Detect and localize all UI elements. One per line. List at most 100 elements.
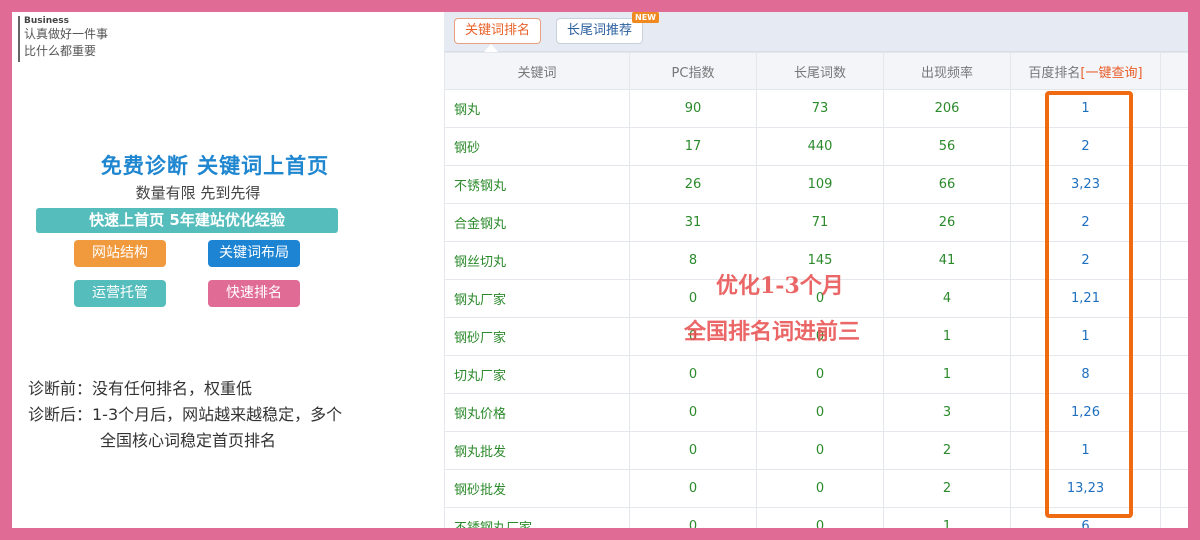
keyword-ranking-panel: 关键词排名 长尾词推荐 NEW 关键词 PC指数 长尾词数 出现频率 百度排名[…: [444, 12, 1188, 528]
frequency-cell: 66: [883, 165, 1011, 204]
baidu-rank-cell: 2: [1010, 127, 1161, 166]
keyword-cell: 切丸厂家: [444, 355, 630, 394]
keyword-table-body: 钢丸 90 73 206 1 钢砂 17 440 56 2 不锈钢丸 26 109 66 3,23 合金钢丸 3…: [444, 89, 1188, 528]
extra-cell: [1160, 507, 1188, 528]
extra-cell: [1160, 89, 1188, 128]
content-frame: Business 认真做好一件事 比什么都重要 免费诊断 关键词上首页 数量有限…: [12, 12, 1188, 528]
keyword-cell: 钢砂批发: [444, 469, 630, 508]
site-structure-button[interactable]: 网站结构: [74, 240, 166, 267]
keyword-cell: 合金钢丸: [444, 203, 630, 242]
promo-title: 免费诊断 关键词上首页: [100, 154, 330, 178]
frequency-cell: 1: [883, 355, 1011, 394]
baidu-rank-cell: 1,21: [1010, 279, 1161, 318]
active-tab-caret-icon: [484, 44, 498, 52]
keyword-cell: 钢丸价格: [444, 393, 630, 432]
brand-slogan-line2: 比什么都重要: [24, 44, 97, 58]
pc-index-cell: 0: [629, 431, 757, 470]
frequency-cell: 206: [883, 89, 1011, 128]
longtail-count-cell: 0: [756, 393, 884, 432]
longtail-count-cell: 0: [756, 431, 884, 470]
table-row: 不锈钢丸厂家0016: [444, 507, 1188, 528]
baidu-rank-cell: 3,23: [1010, 165, 1161, 204]
col-header-longtail-count: 长尾词数: [756, 52, 884, 90]
fast-ranking-button[interactable]: 快速排名: [208, 280, 300, 307]
extra-cell: [1160, 431, 1188, 470]
pc-index-cell: 0: [629, 469, 757, 508]
frequency-cell: 1: [883, 317, 1011, 356]
frequency-cell: 26: [883, 203, 1011, 242]
table-header-row: 关键词 PC指数 长尾词数 出现频率 百度排名[一键查询]: [444, 52, 1188, 90]
brand-english: Business: [24, 16, 69, 26]
extra-cell: [1160, 165, 1188, 204]
extra-cell: [1160, 203, 1188, 242]
brand-block: Business 认真做好一件事 比什么都重要: [18, 16, 108, 62]
longtail-count-cell: 73: [756, 89, 884, 128]
baidu-rank-cell: 8: [1010, 355, 1161, 394]
diagnosis-after-line2: 全国核心词稳定首页排名: [100, 431, 277, 450]
keyword-cell: 不锈钢丸厂家: [444, 507, 630, 528]
col-header-baidu-rank: 百度排名[一键查询]: [1010, 52, 1161, 90]
table-row: 钢砂 17 440 56 2: [444, 127, 1188, 166]
pc-index-cell: 0: [629, 393, 757, 432]
overlay-text-line1: 优化1-3个月: [716, 273, 844, 299]
frequency-cell: 56: [883, 127, 1011, 166]
keyword-cell: 钢丸: [444, 89, 630, 128]
longtail-count-cell: 0: [756, 507, 884, 528]
keyword-cell: 不锈钢丸: [444, 165, 630, 204]
frequency-cell: 41: [883, 241, 1011, 280]
tab-longtail-recommend[interactable]: 长尾词推荐: [556, 18, 644, 44]
keyword-cell: 钢丸批发: [444, 431, 630, 470]
one-click-query-link[interactable]: [一键查询]: [1080, 66, 1142, 81]
overlay-text-line2: 全国排名词进前三: [684, 319, 861, 345]
extra-cell: [1160, 469, 1188, 508]
tab-bar: 关键词排名 长尾词推荐 NEW: [444, 12, 1188, 52]
pc-index-cell: 0: [629, 507, 757, 528]
keyword-layout-button[interactable]: 关键词布局: [208, 240, 300, 267]
longtail-count-cell: 109: [756, 165, 884, 204]
longtail-count-cell: 0: [756, 469, 884, 508]
baidu-rank-cell: 1: [1010, 431, 1161, 470]
extra-cell: [1160, 127, 1188, 166]
table-row: 钢砂批发 0 0 2 13,23: [444, 469, 1188, 508]
baidu-rank-cell: 2: [1010, 203, 1161, 242]
new-badge: NEW: [632, 12, 659, 23]
baidu-rank-label: 百度排名: [1028, 65, 1081, 81]
baidu-rank-cell: 2: [1010, 241, 1161, 280]
longtail-count-cell: 0: [756, 355, 884, 394]
operations-button[interactable]: 运营托管: [74, 280, 166, 307]
diagnosis-after-line1: 诊断后：1-3个月后，网站越来越稳定，多个: [28, 405, 343, 424]
extra-cell: [1160, 317, 1188, 356]
diagnosis-before: 诊断前：没有任何排名，权重低: [28, 379, 253, 398]
table-row: 不锈钢丸 26 109 66 3,23: [444, 165, 1188, 204]
frequency-cell: 2: [883, 469, 1011, 508]
longtail-count-cell: 71: [756, 203, 884, 242]
keyword-cell: 钢砂: [444, 127, 630, 166]
promo-banner: 快速上首页 5年建站优化经验: [36, 208, 338, 233]
baidu-rank-cell: 1,26: [1010, 393, 1161, 432]
baidu-rank-cell: 1: [1010, 89, 1161, 128]
table-row: 切丸厂家 0 0 1 8: [444, 355, 1188, 394]
keyword-cell: 钢丝切丸: [444, 241, 630, 280]
frequency-cell: 3: [883, 393, 1011, 432]
pc-index-cell: 0: [629, 355, 757, 394]
tab-keyword-ranking[interactable]: 关键词排名: [454, 18, 542, 44]
longtail-count-cell: 440: [756, 127, 884, 166]
brand-slogan-line1: 认真做好一件事: [24, 27, 109, 41]
extra-cell: [1160, 241, 1188, 280]
pc-index-cell: 17: [629, 127, 757, 166]
frequency-cell: 2: [883, 431, 1011, 470]
keyword-cell: 钢丸厂家: [444, 279, 630, 318]
baidu-rank-cell: 6: [1010, 507, 1161, 528]
promo-subtitle: 数量有限 先到先得: [135, 184, 261, 202]
baidu-rank-cell: 13,23: [1010, 469, 1161, 508]
frequency-cell: 4: [883, 279, 1011, 318]
col-header-pc-index: PC指数: [629, 52, 757, 90]
table-row: 钢丸价格 0 0 3 1,26: [444, 393, 1188, 432]
col-header-frequency: 出现频率: [883, 52, 1011, 90]
extra-cell: [1160, 355, 1188, 394]
keyword-cell: 钢砂厂家: [444, 317, 630, 356]
table-row: 钢丸批发 0 0 2 1: [444, 431, 1188, 470]
baidu-rank-cell: 1: [1010, 317, 1161, 356]
pc-index-cell: 31: [629, 203, 757, 242]
table-row: 钢丸 90 73 206 1: [444, 89, 1188, 128]
